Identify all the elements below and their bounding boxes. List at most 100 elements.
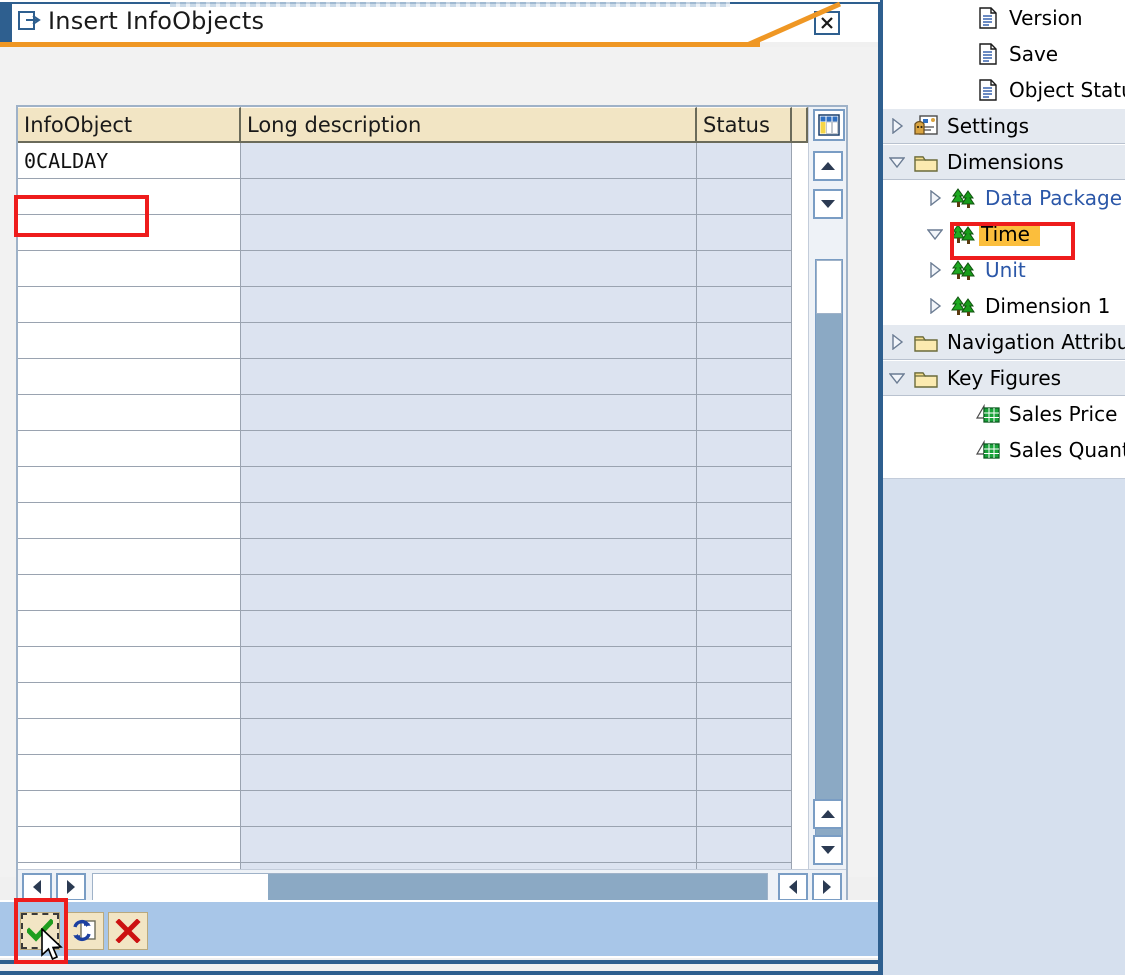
cell-long-description[interactable] [241, 395, 697, 431]
cell-infoobject[interactable] [18, 359, 241, 395]
vertical-scroll-track[interactable] [815, 259, 843, 839]
scroll-right-icon-end[interactable] [812, 872, 842, 901]
horizontal-scroll-track[interactable] [92, 872, 768, 901]
cell-long-description[interactable] [241, 359, 697, 395]
cell-status[interactable] [697, 287, 792, 323]
tree-item-time[interactable]: Time [883, 216, 1125, 252]
chevron-down-icon[interactable] [883, 371, 911, 385]
table-row[interactable] [18, 719, 808, 755]
cell-status[interactable] [697, 179, 792, 215]
tree-item-settings[interactable]: Settings [883, 108, 1125, 144]
cell-long-description[interactable] [241, 143, 697, 179]
table-row[interactable] [18, 287, 808, 323]
cell-status[interactable] [697, 251, 792, 287]
object-tree-panel[interactable]: Version Save Object Status Settings Dimensio… [880, 0, 1125, 975]
grid-column-header[interactable]: InfoObject [18, 107, 241, 143]
cell-infoobject[interactable] [18, 179, 241, 215]
tree-item-sales-price-deutsch[interactable]: Sales Price Deutsch [883, 396, 1125, 432]
cell-status[interactable] [697, 683, 792, 719]
cell-long-description[interactable] [241, 683, 697, 719]
cell-long-description[interactable] [241, 755, 697, 791]
chevron-right-icon[interactable] [883, 334, 911, 350]
cell-status[interactable] [697, 719, 792, 755]
cell-infoobject[interactable] [18, 575, 241, 611]
confirm-button[interactable] [20, 912, 60, 950]
cell-status[interactable] [697, 215, 792, 251]
cell-infoobject[interactable] [18, 611, 241, 647]
tree-item-save[interactable]: Save [883, 36, 1125, 72]
table-row[interactable] [18, 647, 808, 683]
cell-infoobject[interactable] [18, 827, 241, 863]
tree-item-dimensions[interactable]: Dimensions [883, 144, 1125, 180]
table-row[interactable] [18, 395, 808, 431]
cell-status[interactable] [697, 323, 792, 359]
cell-status[interactable] [697, 539, 792, 575]
cell-infoobject[interactable] [18, 791, 241, 827]
cell-long-description[interactable] [241, 575, 697, 611]
cell-long-description[interactable] [241, 791, 697, 827]
table-row[interactable] [18, 323, 808, 359]
cell-long-description[interactable] [241, 215, 697, 251]
table-row[interactable] [18, 539, 808, 575]
cell-infoobject[interactable] [18, 503, 241, 539]
table-row[interactable] [18, 503, 808, 539]
table-row[interactable] [18, 827, 808, 863]
grid-horizontal-scrollbar[interactable] [18, 869, 846, 903]
chevron-right-icon[interactable] [921, 262, 949, 278]
cell-infoobject[interactable] [18, 287, 241, 323]
cell-status[interactable] [697, 575, 792, 611]
table-row[interactable] [18, 251, 808, 287]
scroll-down-icon-bottom[interactable] [813, 835, 843, 865]
cell-infoobject[interactable] [18, 323, 241, 359]
scroll-right-icon[interactable] [56, 872, 86, 901]
table-row[interactable] [18, 431, 808, 467]
tree-item-data-package[interactable]: Data Package [883, 180, 1125, 216]
cell-long-description[interactable] [241, 611, 697, 647]
cell-status[interactable] [697, 791, 792, 827]
cell-status[interactable] [697, 467, 792, 503]
cell-status[interactable] [697, 827, 792, 863]
table-row[interactable] [18, 179, 808, 215]
table-row[interactable] [18, 359, 808, 395]
cell-status[interactable] [697, 143, 792, 179]
cell-long-description[interactable] [241, 503, 697, 539]
chevron-down-icon[interactable] [921, 227, 949, 241]
cancel-button[interactable] [108, 912, 148, 950]
cell-infoobject[interactable] [18, 539, 241, 575]
cell-long-description[interactable] [241, 467, 697, 503]
tree-item-version[interactable]: Version [883, 0, 1125, 36]
scroll-down-icon[interactable] [813, 189, 843, 219]
cell-infoobject[interactable] [18, 719, 241, 755]
grid-rows[interactable]: 0CALDAY [18, 143, 808, 869]
cell-status[interactable] [697, 431, 792, 467]
chevron-right-icon[interactable] [921, 298, 949, 314]
table-row[interactable]: 0CALDAY [18, 143, 808, 179]
scroll-left-icon[interactable] [22, 872, 52, 901]
tree-item-sales-quantity[interactable]: Sales Quantity [883, 432, 1125, 468]
cell-status[interactable] [697, 503, 792, 539]
cell-long-description[interactable] [241, 431, 697, 467]
table-row[interactable] [18, 215, 808, 251]
scroll-up-icon[interactable] [813, 151, 843, 181]
grid-column-header[interactable]: Long description [241, 107, 697, 143]
cell-infoobject[interactable] [18, 647, 241, 683]
table-row[interactable] [18, 575, 808, 611]
cell-status[interactable] [697, 395, 792, 431]
cell-infoobject[interactable] [18, 215, 241, 251]
cell-long-description[interactable] [241, 323, 697, 359]
cell-infoobject[interactable] [18, 467, 241, 503]
cell-long-description[interactable] [241, 647, 697, 683]
grid-column-header[interactable]: Status [697, 107, 792, 143]
scroll-left-icon-end[interactable] [778, 872, 808, 901]
cell-status[interactable] [697, 611, 792, 647]
cell-status[interactable] [697, 755, 792, 791]
table-row[interactable] [18, 683, 808, 719]
horizontal-scroll-thumb[interactable] [268, 873, 767, 900]
grid-vertical-scrollbar[interactable] [808, 107, 846, 869]
table-row[interactable] [18, 755, 808, 791]
table-row[interactable] [18, 467, 808, 503]
cell-long-description[interactable] [241, 287, 697, 323]
vertical-scroll-thumb[interactable] [816, 260, 842, 314]
cell-long-description[interactable] [241, 539, 697, 575]
cell-infoobject[interactable] [18, 755, 241, 791]
